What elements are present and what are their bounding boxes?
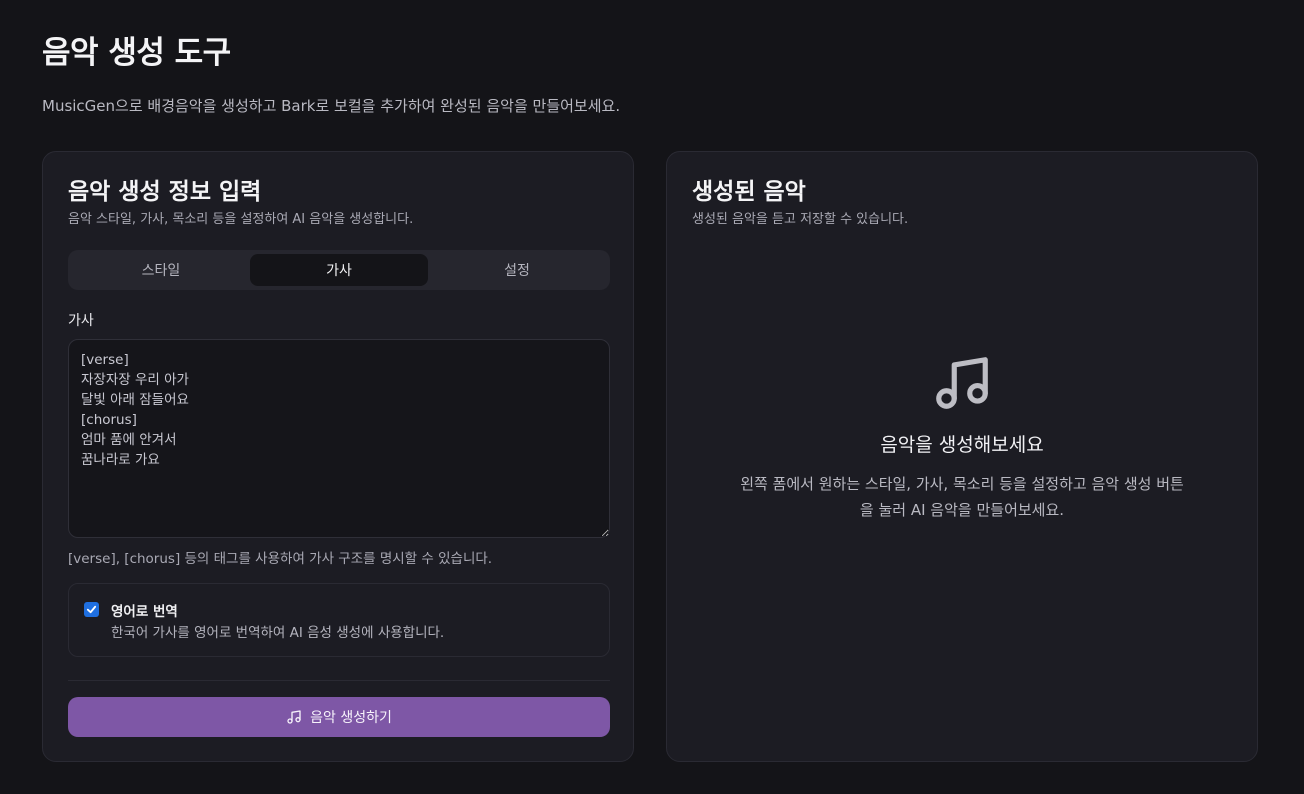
form-tabs: 스타일 가사 설정	[68, 250, 610, 290]
music-input-card: 음악 생성 정보 입력 음악 스타일, 가사, 목소리 등을 설정하여 AI 음…	[42, 151, 634, 762]
lyrics-label: 가사	[68, 313, 94, 329]
music-note-icon	[287, 710, 301, 724]
music-note-icon	[936, 357, 988, 409]
page-title: 음악 생성 도구	[42, 35, 231, 71]
tab-style[interactable]: 스타일	[72, 254, 250, 286]
empty-state: 음악을 생성해보세요 왼쪽 폼에서 원하는 스타일, 가사, 목소리 등을 설정…	[667, 352, 1257, 523]
lyrics-hint: [verse], [chorus] 등의 태그를 사용하여 가사 구조를 명시할…	[68, 551, 493, 567]
result-subtitle: 생성된 음악을 듣고 저장할 수 있습니다.	[692, 212, 909, 227]
result-title: 생성된 음악	[692, 179, 806, 205]
generate-music-button[interactable]: 음악 생성하기	[68, 697, 610, 737]
generate-button-label: 음악 생성하기	[310, 710, 392, 726]
translate-description: 한국어 가사를 영어로 번역하여 AI 음성 생성에 사용합니다.	[111, 625, 445, 641]
divider	[68, 680, 610, 681]
result-card: 생성된 음악 생성된 음악을 듣고 저장할 수 있습니다. 음악을 생성해보세요…	[666, 151, 1258, 762]
empty-state-title: 음악을 생성해보세요	[880, 434, 1044, 456]
check-icon	[86, 605, 97, 614]
form-subtitle: 음악 스타일, 가사, 목소리 등을 설정하여 AI 음악을 생성합니다.	[68, 212, 414, 227]
page-description: MusicGen으로 배경음악을 생성하고 Bark로 보컬을 추가하여 완성된…	[42, 97, 621, 115]
empty-state-description: 왼쪽 폼에서 원하는 스타일, 가사, 목소리 등을 설정하고 음악 생성 버튼…	[740, 475, 1184, 519]
translate-checkbox[interactable]	[84, 602, 99, 617]
tab-settings[interactable]: 설정	[428, 254, 606, 286]
translate-option: 영어로 번역 한국어 가사를 영어로 번역하여 AI 음성 생성에 사용합니다.	[68, 583, 610, 657]
form-title: 음악 생성 정보 입력	[68, 179, 262, 205]
translate-label: 영어로 번역	[111, 604, 178, 620]
tab-lyrics[interactable]: 가사	[250, 254, 428, 286]
lyrics-textarea[interactable]: [verse] 자장자장 우리 아가 달빛 아래 잠들어요 [chorus] 엄…	[68, 339, 610, 538]
